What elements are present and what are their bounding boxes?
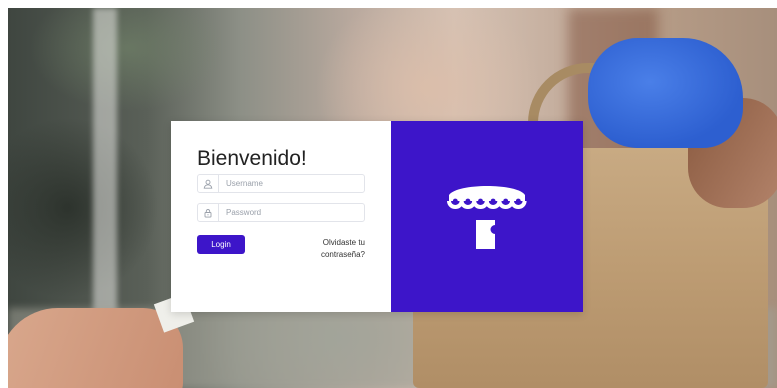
login-button[interactable]: Login bbox=[197, 235, 245, 254]
storefront-awning-logo-icon bbox=[447, 186, 527, 249]
forgot-password-link[interactable]: Olvidaste tu contraseña? bbox=[309, 237, 365, 261]
forgot-password-line1: Olvidaste tu bbox=[322, 238, 365, 247]
login-card: Bienvenido! Login Olvidaste bbox=[171, 121, 583, 312]
username-input[interactable] bbox=[219, 176, 364, 191]
user-icon bbox=[198, 175, 219, 192]
password-input[interactable] bbox=[219, 205, 364, 220]
welcome-title: Bienvenido! bbox=[197, 147, 307, 170]
password-field[interactable] bbox=[197, 203, 365, 222]
login-form-panel: Bienvenido! Login Olvidaste bbox=[171, 121, 391, 312]
lock-icon bbox=[198, 204, 219, 221]
forgot-password-line2: contraseña? bbox=[320, 250, 365, 259]
username-field[interactable] bbox=[197, 174, 365, 193]
brand-panel bbox=[391, 121, 583, 312]
